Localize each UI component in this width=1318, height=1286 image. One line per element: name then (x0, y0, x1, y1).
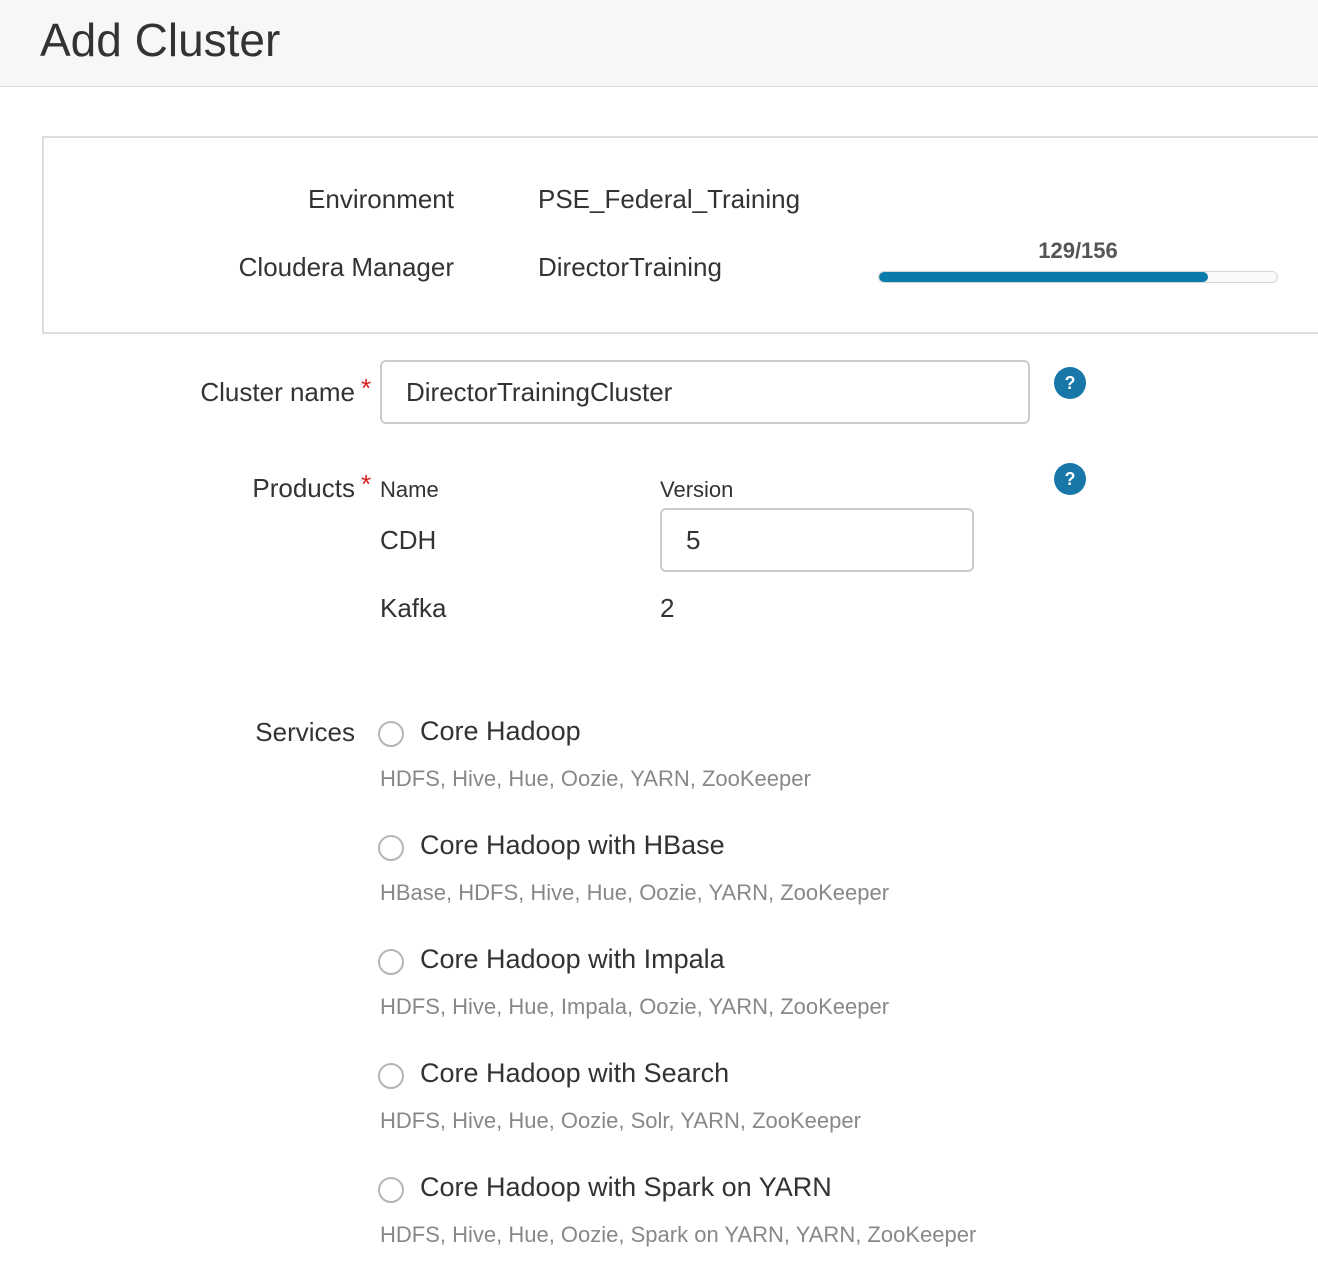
progress-count: 129/156 (1038, 238, 1118, 263)
service-radio-core-hadoop-search[interactable] (378, 1063, 404, 1089)
cluster-name-input[interactable] (380, 360, 1030, 424)
service-radio-core-hadoop[interactable] (378, 721, 404, 747)
service-option-core-hadoop-spark[interactable]: Core Hadoop with Spark on YARN (420, 1172, 832, 1203)
progress-bar (878, 271, 1278, 283)
products-required-mark: * (361, 469, 372, 499)
service-radio-core-hadoop-hbase[interactable] (378, 835, 404, 861)
products-name-column-header: Name (380, 477, 439, 502)
service-desc-core-hadoop-spark: HDFS, Hive, Hue, Oozie, Spark on YARN, Y… (380, 1222, 977, 1247)
service-radio-core-hadoop-spark[interactable] (378, 1177, 404, 1203)
service-radio-core-hadoop-impala[interactable] (378, 949, 404, 975)
service-option-core-hadoop[interactable]: Core Hadoop (420, 716, 581, 747)
progress-bar-fill (879, 272, 1209, 282)
cluster-name-label: Cluster name (200, 377, 355, 407)
product-version-kafka: 2 (660, 593, 675, 623)
page-header: Add Cluster (0, 0, 1318, 87)
environment-value: PSE_Federal_Training (538, 184, 801, 214)
product-name-kafka: Kafka (380, 593, 447, 623)
service-option-core-hadoop-hbase[interactable]: Core Hadoop with HBase (420, 830, 725, 861)
page-title: Add Cluster (40, 14, 281, 66)
environment-label: Environment (308, 184, 454, 214)
cluster-summary-panel: Environment PSE_Federal_Training Clouder… (42, 136, 1318, 334)
services-label: Services (255, 717, 355, 747)
cluster-name-help-icon[interactable]: ? (1054, 367, 1086, 399)
service-desc-core-hadoop: HDFS, Hive, Hue, Oozie, YARN, ZooKeeper (380, 766, 811, 791)
service-desc-core-hadoop-impala: HDFS, Hive, Hue, Impala, Oozie, YARN, Zo… (380, 994, 890, 1019)
cluster-name-required-mark: * (361, 373, 372, 403)
service-option-core-hadoop-impala[interactable]: Core Hadoop with Impala (420, 944, 725, 975)
cloudera-manager-label: Cloudera Manager (238, 252, 454, 282)
service-option-core-hadoop-search[interactable]: Core Hadoop with Search (420, 1058, 729, 1089)
cdh-version-input[interactable] (660, 508, 974, 572)
products-help-icon[interactable]: ? (1054, 463, 1086, 495)
product-name-cdh: CDH (380, 525, 437, 555)
service-desc-core-hadoop-hbase: HBase, HDFS, Hive, Hue, Oozie, YARN, Zoo… (380, 880, 890, 905)
products-label: Products (252, 473, 355, 503)
service-desc-core-hadoop-search: HDFS, Hive, Hue, Oozie, Solr, YARN, ZooK… (380, 1108, 861, 1133)
products-version-column-header: Version (660, 477, 734, 502)
cloudera-manager-value: DirectorTraining (538, 252, 722, 282)
